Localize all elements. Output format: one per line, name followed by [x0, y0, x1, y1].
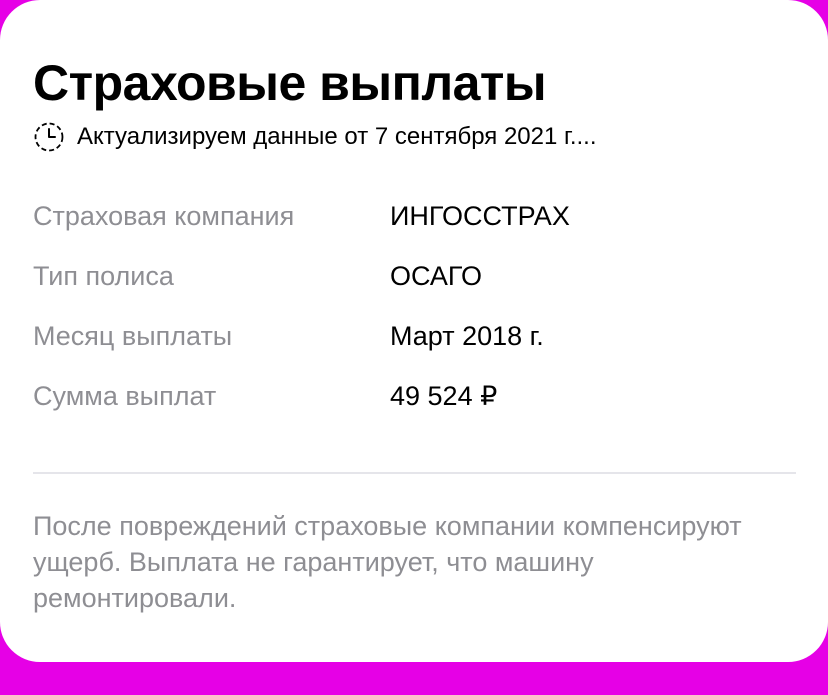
info-row-policy-type: Тип полиса ОСАГО: [33, 255, 793, 315]
info-value: ИНГОССТРАХ: [390, 201, 570, 231]
divider: [33, 472, 796, 474]
card-title: Страховые выплаты: [33, 55, 547, 111]
update-status-text: Актуализируем данные от 7 сентября 2021 …: [77, 123, 597, 150]
info-label: Месяц выплаты: [33, 321, 233, 351]
insurance-payouts-card: Страховые выплаты Актуализируем данные о…: [0, 0, 828, 662]
info-label: Сумма выплат: [33, 381, 217, 411]
info-value: Март 2018 г.: [390, 321, 544, 351]
update-status: Актуализируем данные от 7 сентября 2021 …: [33, 121, 597, 153]
info-list: Страховая компания ИНГОССТРАХ Тип полиса…: [33, 195, 793, 435]
info-value: 49 524 ₽: [390, 381, 498, 411]
disclaimer-note: После повреждений страховые компании ком…: [33, 511, 742, 613]
clock-icon: [33, 121, 65, 153]
info-row-company: Страховая компания ИНГОССТРАХ: [33, 195, 793, 255]
info-row-payout-amount: Сумма выплат 49 524 ₽: [33, 375, 793, 435]
info-label: Тип полиса: [33, 261, 174, 291]
info-row-payout-month: Месяц выплаты Март 2018 г.: [33, 315, 793, 375]
info-value: ОСАГО: [390, 261, 483, 291]
info-label: Страховая компания: [33, 201, 295, 231]
